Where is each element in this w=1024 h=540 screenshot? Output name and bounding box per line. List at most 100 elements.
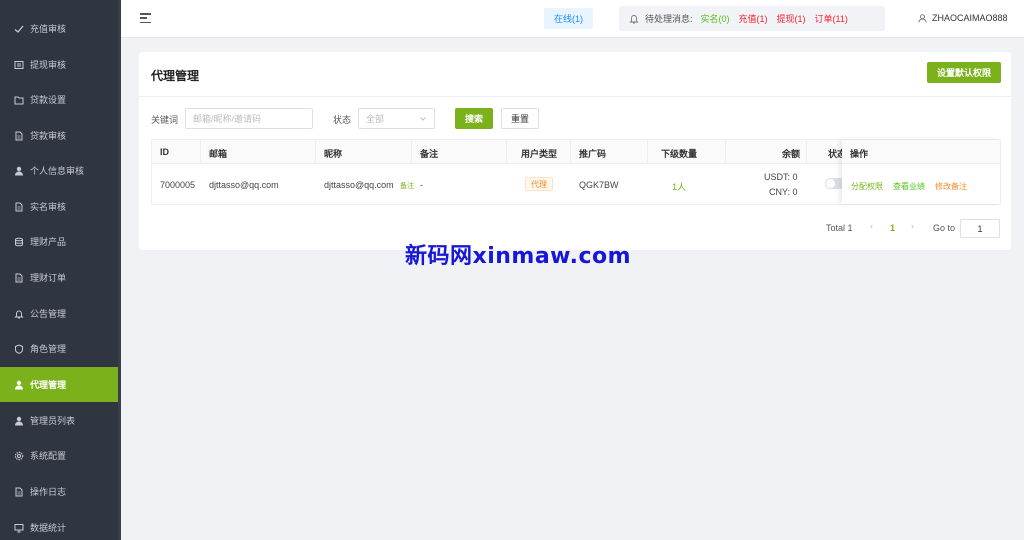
username: ZHAOCAIMAO888 bbox=[932, 13, 1008, 23]
pending-order-link[interactable]: 订单(11) bbox=[815, 12, 848, 25]
cell-id: 7000005 bbox=[160, 180, 196, 190]
sidebar-item-roles[interactable]: 角色管理 bbox=[0, 331, 121, 366]
sidebar-item-finance-products[interactable]: 理财产品 bbox=[0, 224, 121, 259]
bell-icon bbox=[629, 15, 639, 24]
agent-table: ID 邮箱 昵称 备注 用户类型 推广码 下级数量 余额 状态 7000005 … bbox=[151, 139, 1001, 205]
col-header-promo-code: 推广码 bbox=[579, 149, 607, 159]
reset-button[interactable]: 重置 bbox=[501, 108, 539, 129]
column-divider bbox=[725, 140, 726, 164]
sidebar-item-system-config[interactable]: 系统配置 bbox=[0, 438, 121, 473]
sidebar-item-label: 角色管理 bbox=[30, 344, 67, 354]
pending-messages: 待处理消息: 实名(0) 充值(1) 提现(1) 订单(11) bbox=[619, 6, 885, 31]
sidebar-item-operation-log[interactable]: 操作日志 bbox=[0, 474, 121, 509]
cell-remark: - bbox=[420, 180, 423, 190]
document-icon bbox=[13, 486, 24, 497]
sidebar-item-realname-review[interactable]: 实名审核 bbox=[0, 189, 121, 224]
top-header: 在线(1) 待处理消息: 实名(0) 充值(1) 提现(1) 订单(11) ZH… bbox=[121, 0, 1024, 38]
sidebar-item-label: 理财产品 bbox=[30, 237, 67, 247]
agent-management-card: 代理管理 设置默认权限 关键词 邮箱/昵称/邀请码 状态 全部 搜索 重置 ID… bbox=[139, 52, 1011, 250]
document-icon bbox=[13, 201, 24, 212]
document-icon bbox=[13, 272, 24, 283]
sidebar-item-statistics[interactable]: 数据统计 bbox=[0, 510, 121, 540]
sidebar-item-finance-orders[interactable]: 理财订单 bbox=[0, 260, 121, 295]
pending-realname-link[interactable]: 实名(0) bbox=[701, 12, 730, 25]
cell-balance-cny: CNY: 0 bbox=[769, 187, 798, 197]
online-badge[interactable]: 在线(1) bbox=[544, 8, 593, 29]
col-header-id: ID bbox=[160, 147, 169, 157]
assign-permission-link[interactable]: 分配权限 bbox=[851, 181, 883, 192]
sidebar-item-label: 管理员列表 bbox=[30, 416, 76, 426]
column-divider bbox=[506, 140, 507, 164]
shield-icon bbox=[13, 343, 24, 354]
user-icon bbox=[13, 379, 24, 390]
cell-email: djttasso@qq.com bbox=[209, 180, 279, 190]
monitor-icon bbox=[13, 522, 24, 533]
withdraw-icon bbox=[13, 59, 24, 70]
bell-icon bbox=[13, 308, 24, 319]
cell-promo-code: QGK7BW bbox=[579, 180, 619, 190]
sidebar-item-label: 操作日志 bbox=[30, 487, 67, 497]
status-label: 状态 bbox=[333, 115, 352, 125]
user-menu[interactable]: ZHAOCAIMAO888 bbox=[918, 13, 1008, 23]
pending-recharge-link[interactable]: 充值(1) bbox=[739, 12, 768, 25]
edit-remark-link[interactable]: 修改备注 bbox=[935, 181, 967, 192]
sidebar-item-announcements[interactable]: 公告管理 bbox=[0, 296, 121, 331]
sidebar-item-loan-settings[interactable]: 贷款设置 bbox=[0, 82, 121, 117]
nickname-remark-tag[interactable]: 备注 bbox=[400, 181, 414, 191]
divider bbox=[139, 96, 1011, 97]
column-divider bbox=[647, 140, 648, 164]
gear-icon bbox=[13, 450, 24, 461]
menu-toggle-icon[interactable] bbox=[140, 13, 151, 23]
sidebar-item-agents[interactable]: 代理管理 bbox=[0, 367, 121, 402]
sidebar: 充值审核 提现审核 贷款设置 贷款审核 个人信息审核 实名审核 理财产品 理财订… bbox=[0, 0, 121, 540]
sidebar-item-withdraw-review[interactable]: 提现审核 bbox=[0, 47, 121, 82]
status-select[interactable]: 全部 bbox=[358, 108, 435, 129]
sidebar-item-label: 数据统计 bbox=[30, 523, 67, 533]
col-header-actions: 操作 bbox=[850, 149, 869, 159]
sidebar-item-label: 代理管理 bbox=[30, 380, 67, 390]
sidebar-item-label: 实名审核 bbox=[30, 202, 67, 212]
sidebar-item-label: 充值审核 bbox=[30, 24, 67, 34]
prev-page-icon[interactable]: ‹ bbox=[870, 221, 873, 231]
actions-column: 操作 分配权限 查看业绩 修改备注 bbox=[842, 140, 1000, 204]
pending-label: 待处理消息: bbox=[645, 14, 693, 24]
col-header-remark: 备注 bbox=[420, 149, 439, 159]
set-default-permissions-button[interactable]: 设置默认权限 bbox=[927, 62, 1001, 83]
next-page-icon[interactable]: › bbox=[911, 221, 914, 231]
sidebar-item-label: 个人信息审核 bbox=[30, 166, 85, 176]
goto-label: Go to bbox=[933, 223, 956, 233]
chevron-down-icon bbox=[420, 117, 426, 121]
col-header-email: 邮箱 bbox=[209, 149, 228, 159]
sidebar-item-label: 公告管理 bbox=[30, 309, 67, 319]
sidebar-item-label: 系统配置 bbox=[30, 451, 67, 461]
folder-icon bbox=[13, 94, 24, 105]
col-header-user-type: 用户类型 bbox=[521, 149, 558, 159]
pending-withdraw-link[interactable]: 提现(1) bbox=[777, 12, 806, 25]
status-select-value: 全部 bbox=[366, 114, 385, 124]
sidebar-item-recharge-review[interactable]: 充值审核 bbox=[0, 11, 121, 46]
sidebar-item-label: 贷款审核 bbox=[30, 131, 67, 141]
database-icon bbox=[13, 236, 24, 247]
user-icon bbox=[918, 13, 927, 23]
search-button[interactable]: 搜索 bbox=[455, 108, 493, 129]
sidebar-item-profile-review[interactable]: 个人信息审核 bbox=[0, 153, 121, 188]
cell-sub-count[interactable]: 1人 bbox=[672, 180, 686, 193]
keyword-label: 关键词 bbox=[151, 115, 179, 125]
user-icon bbox=[13, 415, 24, 426]
page-number-current[interactable]: 1 bbox=[890, 223, 895, 233]
user-icon bbox=[13, 165, 24, 176]
check-icon bbox=[13, 23, 24, 34]
document-icon bbox=[13, 130, 24, 141]
keyword-input[interactable]: 邮箱/昵称/邀请码 bbox=[185, 108, 313, 129]
col-header-balance: 余额 bbox=[782, 149, 801, 159]
sidebar-item-loan-review[interactable]: 贷款审核 bbox=[0, 118, 121, 153]
user-type-badge: 代理 bbox=[525, 177, 553, 191]
col-header-nickname: 昵称 bbox=[324, 149, 343, 159]
sidebar-item-admins[interactable]: 管理员列表 bbox=[0, 403, 121, 438]
view-performance-link[interactable]: 查看业绩 bbox=[893, 181, 925, 192]
cell-nickname: djttasso@qq.com bbox=[324, 180, 394, 190]
goto-page-input[interactable]: 1 bbox=[960, 219, 1000, 238]
sidebar-scrollbar[interactable] bbox=[118, 0, 121, 540]
cell-balance-usdt: USDT: 0 bbox=[764, 172, 798, 182]
watermark: 新码网xinmaw.com bbox=[405, 244, 632, 269]
